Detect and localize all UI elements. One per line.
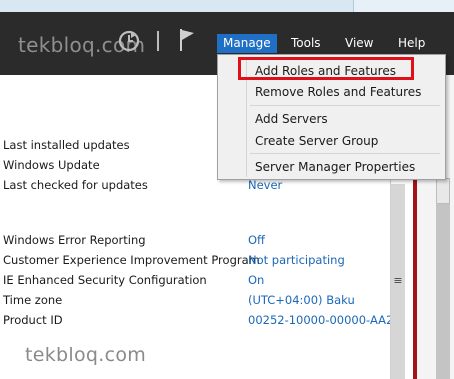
property-label: Windows Update	[3, 158, 100, 172]
time-zone-value[interactable]: (UTC+04:00) Baku	[248, 292, 355, 308]
property-label: Last installed updates	[3, 138, 130, 152]
menu-view[interactable]: View	[339, 34, 379, 53]
highlight-annotation-box	[238, 57, 414, 80]
property-label: IE Enhanced Security Configuration	[3, 273, 207, 287]
desktop-strip-window	[353, 0, 454, 12]
watermark-bottom: tekbloq.com	[25, 344, 147, 366]
property-label: Customer Experience Improvement Program	[3, 253, 260, 267]
notifications-flag-icon[interactable]	[178, 28, 196, 52]
refresh-icon[interactable]	[118, 30, 140, 52]
header-separator	[157, 31, 159, 51]
menu-manage[interactable]: Manage	[217, 34, 277, 53]
scroll-handle-icon[interactable]: ≡	[392, 270, 404, 292]
menu-help[interactable]: Help	[392, 34, 431, 53]
menu-item-remove-roles-features[interactable]: Remove Roles and Features	[255, 82, 421, 102]
ie-esc-value[interactable]: On	[248, 272, 264, 288]
ceip-value[interactable]: Not participating	[248, 252, 345, 268]
product-id-value[interactable]: 00252-10000-00000-AA228	[248, 312, 390, 328]
menu-item-add-servers[interactable]: Add Servers	[255, 109, 328, 129]
right-scrollbar-thumb[interactable]	[436, 178, 450, 204]
menu-tools[interactable]: Tools	[285, 34, 327, 53]
menu-separator	[250, 105, 440, 106]
property-label: Windows Error Reporting	[3, 233, 146, 247]
right-scrollbar[interactable]	[436, 178, 450, 379]
property-label: Time zone	[3, 293, 63, 307]
menu-item-server-manager-properties[interactable]: Server Manager Properties	[255, 157, 415, 177]
menu-item-create-server-group[interactable]: Create Server Group	[255, 131, 378, 151]
property-label: Product ID	[3, 313, 63, 327]
desktop-strip	[0, 0, 454, 12]
menu-separator	[250, 153, 440, 154]
error-reporting-value[interactable]: Off	[248, 232, 265, 248]
property-label: Last checked for updates	[3, 178, 148, 192]
